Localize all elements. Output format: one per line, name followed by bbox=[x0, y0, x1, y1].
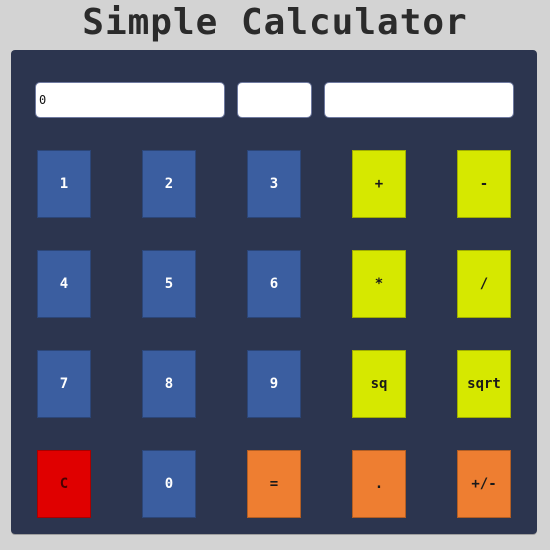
button-0[interactable]: 0 bbox=[142, 450, 196, 518]
button-add[interactable]: + bbox=[352, 150, 406, 218]
button-divide[interactable]: / bbox=[457, 250, 511, 318]
operand-b-field[interactable] bbox=[324, 82, 514, 118]
operand-a-field[interactable] bbox=[35, 82, 225, 118]
button-toggle-sign[interactable]: +/- bbox=[457, 450, 511, 518]
button-9[interactable]: 9 bbox=[247, 350, 301, 418]
button-1[interactable]: 1 bbox=[37, 150, 91, 218]
operator-field[interactable] bbox=[237, 82, 312, 118]
button-equals[interactable]: = bbox=[247, 450, 301, 518]
app-title: Simple Calculator bbox=[82, 2, 468, 43]
button-clear[interactable]: C bbox=[37, 450, 91, 518]
button-subtract[interactable]: - bbox=[457, 150, 511, 218]
button-square[interactable]: sq bbox=[352, 350, 406, 418]
button-4[interactable]: 4 bbox=[37, 250, 91, 318]
button-5[interactable]: 5 bbox=[142, 250, 196, 318]
button-6[interactable]: 6 bbox=[247, 250, 301, 318]
button-multiply[interactable]: * bbox=[352, 250, 406, 318]
button-2[interactable]: 2 bbox=[142, 150, 196, 218]
button-3[interactable]: 3 bbox=[247, 150, 301, 218]
button-square-root[interactable]: sqrt bbox=[457, 350, 511, 418]
button-8[interactable]: 8 bbox=[142, 350, 196, 418]
button-decimal[interactable]: . bbox=[352, 450, 406, 518]
button-7[interactable]: 7 bbox=[37, 350, 91, 418]
